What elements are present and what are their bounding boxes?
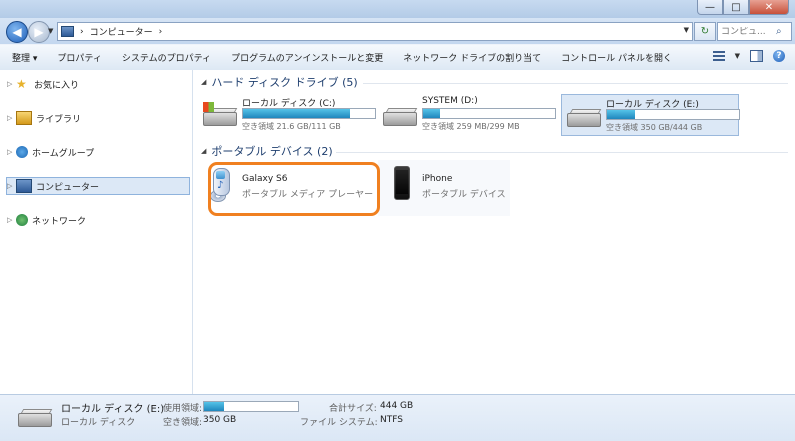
preview-pane-icon[interactable] xyxy=(750,50,763,62)
expand-icon[interactable]: ▷ xyxy=(7,182,16,190)
expand-icon[interactable]: ▷ xyxy=(7,148,16,156)
sidebar-item-libraries[interactable]: ▷ ライブラリ xyxy=(7,110,189,126)
star-icon: ★ xyxy=(16,77,27,91)
sidebar-item-label: コンピューター xyxy=(36,182,100,193)
search-icon[interactable]: ⌕ xyxy=(776,26,782,37)
refresh-button[interactable]: ↻ xyxy=(694,22,716,41)
group-divider xyxy=(363,83,788,84)
drive-c[interactable]: ローカル ディスク (C:) 空き領域 21.6 GB/111 GB xyxy=(198,94,376,134)
sidebar-item-label: お気に入り xyxy=(34,80,80,91)
file-system-label: ファイル システム: xyxy=(300,418,378,428)
file-system-value: NTFS xyxy=(380,415,403,425)
hdd-icon xyxy=(567,109,602,127)
expand-icon[interactable]: ▷ xyxy=(7,216,16,224)
title-bar: — □ ✕ xyxy=(0,0,795,19)
drive-e[interactable]: ローカル ディスク (E:) 空き領域 350 GB/444 GB xyxy=(561,94,740,136)
open-control-panel-button[interactable]: コントロール パネルを開く xyxy=(561,51,672,64)
expand-icon[interactable]: ▷ xyxy=(7,114,16,122)
details-pane: ローカル ディスク (E:) ローカル ディスク 使用領域: 空き領域: 350… xyxy=(0,394,795,441)
help-icon[interactable]: ? xyxy=(773,50,785,62)
uninstall-program-button[interactable]: プログラムのアンインストールと変更 xyxy=(231,51,383,64)
total-size-label: 合計サイズ: xyxy=(329,404,377,414)
expand-icon[interactable]: ▷ xyxy=(7,80,16,88)
collapse-icon[interactable]: ◢ xyxy=(201,147,206,155)
computer-icon xyxy=(16,179,32,193)
homegroup-icon xyxy=(16,146,28,158)
sidebar-item-network[interactable]: ▷ ネットワーク xyxy=(7,212,189,228)
drive-usage-bar xyxy=(422,108,556,119)
view-options-icon[interactable] xyxy=(712,51,725,61)
file-list: ◢ ハード ディスク ドライブ (5) ローカル ディスク (C:) 空き領域 … xyxy=(193,70,795,394)
device-type: ポータブル デバイス xyxy=(422,190,506,200)
details-usage-bar xyxy=(203,401,299,412)
used-space-label: 使用領域: xyxy=(163,404,203,414)
group-title: ハード ディスク ドライブ (5) xyxy=(211,76,358,89)
address-dropdown-arrow[interactable]: ▼ xyxy=(684,26,689,34)
search-box[interactable]: ⌕ xyxy=(717,22,792,41)
library-icon xyxy=(16,111,32,125)
hdd-icon xyxy=(18,409,53,429)
computer-icon xyxy=(61,26,74,37)
drive-d[interactable]: SYSTEM (D:) 空き領域 259 MB/299 MB xyxy=(378,94,556,134)
view-dropdown-icon[interactable]: ▼ xyxy=(735,52,740,60)
breadcrumb-separator[interactable]: › xyxy=(159,27,163,37)
group-header-portable-devices[interactable]: ◢ ポータブル デバイス (2) xyxy=(201,144,333,158)
recent-pages-dropdown[interactable]: ▼ xyxy=(48,27,53,35)
minimize-button[interactable]: — xyxy=(697,0,723,15)
maximize-button[interactable]: □ xyxy=(723,0,749,15)
system-properties-button[interactable]: システムのプロパティ xyxy=(122,51,211,64)
window-controls: — □ ✕ xyxy=(697,0,789,16)
navigation-pane: ▷ ★ お気に入り ▷ ライブラリ ▷ ホームグループ ▷ コンピューター ▷ … xyxy=(0,70,193,394)
group-title: ポータブル デバイス (2) xyxy=(211,145,333,158)
device-name: iPhone xyxy=(422,174,453,184)
free-space-value: 350 GB xyxy=(203,415,237,425)
device-iphone[interactable]: iPhone ポータブル デバイス xyxy=(378,160,510,216)
collapse-icon[interactable]: ◢ xyxy=(201,78,206,86)
sidebar-item-favorites[interactable]: ▷ ★ お気に入り xyxy=(7,76,189,92)
drive-free-space: 空き領域 350 GB/444 GB xyxy=(606,123,703,132)
network-icon xyxy=(16,214,28,226)
sidebar-item-label: ネットワーク xyxy=(32,216,87,227)
details-drive-type: ローカル ディスク xyxy=(61,418,136,428)
map-network-drive-button[interactable]: ネットワーク ドライブの割り当て xyxy=(403,51,541,64)
properties-button[interactable]: プロパティ xyxy=(57,51,101,64)
free-space-label: 空き領域: xyxy=(163,418,203,428)
breadcrumb-computer[interactable]: コンピューター xyxy=(90,25,153,38)
close-button[interactable]: ✕ xyxy=(749,0,789,15)
iphone-icon xyxy=(394,166,410,200)
sidebar-item-homegroup[interactable]: ▷ ホームグループ xyxy=(7,144,189,160)
sidebar-item-computer[interactable]: ▷ コンピューター xyxy=(6,177,190,195)
details-drive-name: ローカル ディスク (E:) xyxy=(61,404,165,415)
back-button[interactable]: ◀ xyxy=(6,21,28,43)
sidebar-item-label: ホームグループ xyxy=(32,148,95,159)
group-divider xyxy=(336,152,788,153)
address-bar[interactable]: › コンピューター › ▼ xyxy=(57,22,693,41)
drive-name: SYSTEM (D:) xyxy=(422,96,478,106)
hdd-icon xyxy=(383,108,418,126)
organize-button[interactable]: 整理 ▾ xyxy=(12,51,37,64)
drive-free-space: 空き領域 21.6 GB/111 GB xyxy=(242,122,341,131)
sidebar-item-label: ライブラリ xyxy=(36,114,82,125)
drive-usage-bar xyxy=(606,109,740,120)
total-size-value: 444 GB xyxy=(380,401,414,411)
drive-free-space: 空き領域 259 MB/299 MB xyxy=(422,122,520,131)
group-header-hard-disks[interactable]: ◢ ハード ディスク ドライブ (5) xyxy=(201,75,358,89)
forward-button[interactable]: ▶ xyxy=(28,21,50,43)
windows-hdd-icon xyxy=(203,102,238,126)
navigation-bar: ◀ ▶ ▼ › コンピューター › ▼ ↻ ⌕ xyxy=(0,18,795,44)
drive-usage-bar xyxy=(242,108,376,119)
search-input[interactable] xyxy=(718,26,776,37)
selection-highlight xyxy=(208,162,380,216)
command-bar: 整理 ▾ プロパティ システムのプロパティ プログラムのアンインストールと変更 … xyxy=(0,44,795,71)
breadcrumb-separator[interactable]: › xyxy=(80,27,84,37)
